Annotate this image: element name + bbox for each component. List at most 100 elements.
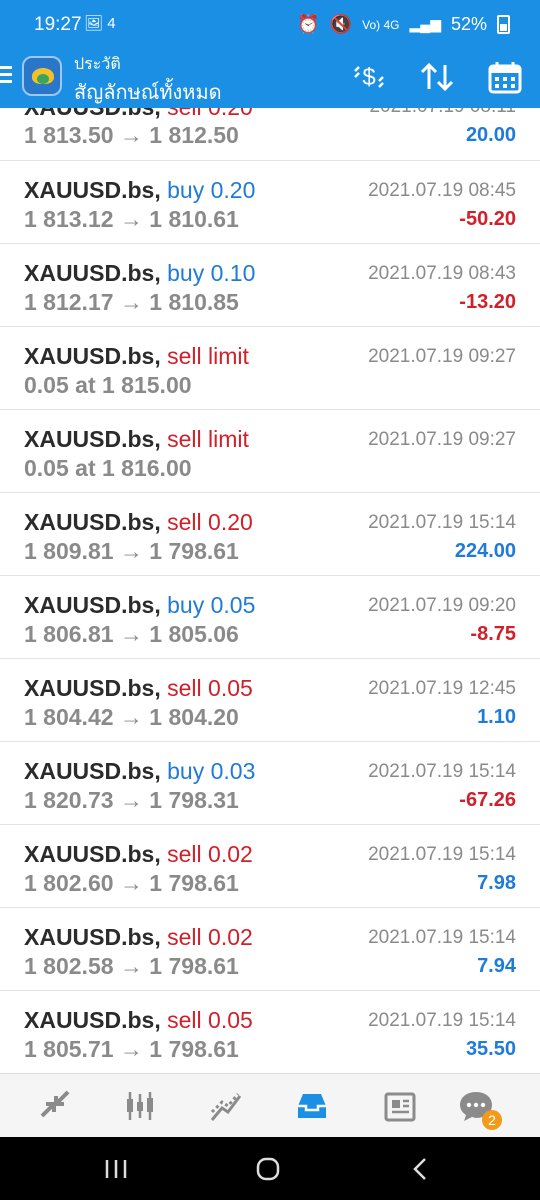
nav-news-icon[interactable]: [380, 1086, 420, 1126]
history-row[interactable]: XAUUSD.bs, buy 0.10 1 812.17 → 1 810.85 20…: [0, 244, 540, 327]
row-profit: -50.20: [459, 208, 516, 230]
row-profit: -67.26: [459, 789, 516, 811]
network-label: Vo) 4G: [362, 17, 400, 32]
row-price: 0.05 at 1 815.00: [24, 372, 192, 398]
signal-icon: ▂▄▆: [409, 16, 441, 32]
chat-badge: 2: [482, 1110, 502, 1130]
row-symbol: XAUUSD.bs, sell 0.20: [24, 509, 253, 535]
row-date: 2021.07.19 15:14: [368, 761, 516, 782]
row-side: buy 0.20: [167, 177, 256, 203]
row-profit: 7.98: [477, 872, 516, 894]
row-profit: -8.75: [470, 623, 516, 645]
row-price: 1 813.12 → 1 810.61: [24, 206, 239, 232]
sort-icon[interactable]: [418, 60, 456, 94]
system-nav-bar: [0, 1137, 540, 1200]
nav-chat-icon[interactable]: 2: [456, 1086, 502, 1130]
row-price: 1 812.17 → 1 810.85: [24, 289, 239, 315]
row-symbol: XAUUSD.bs, sell 0.02: [24, 924, 253, 950]
row-date: 2021.07.19 09:27: [368, 429, 516, 450]
row-symbol: XAUUSD.bs, buy 0.03: [24, 758, 256, 784]
alarm-icon: ⏰: [297, 14, 320, 34]
page-subtitle: ประวัติ: [74, 56, 121, 73]
row-symbol: XAUUSD.bs, sell 0.02: [24, 841, 253, 867]
nav-quotes-icon[interactable]: [34, 1086, 74, 1126]
row-date: 2021.07.19 15:14: [368, 927, 516, 948]
row-date: 2021.07.19 08:43: [368, 263, 516, 284]
mute-icon: 🔇: [329, 14, 353, 34]
row-price: 1 809.81 → 1 798.61: [24, 538, 239, 564]
row-price: 1 820.73 → 1 798.31: [24, 787, 239, 813]
row-profit: 35.50: [465, 1038, 516, 1060]
row-side: sell 0.20: [167, 108, 253, 120]
row-date: 2021.07.19 08:45: [368, 180, 516, 201]
battery-percent: 52%: [450, 14, 487, 34]
svg-text:$: $: [362, 64, 375, 91]
row-date: 2021.07.19 15:14: [368, 844, 516, 865]
history-row[interactable]: XAUUSD.bs, sell limit 0.05 at 1 816.00 202…: [0, 410, 540, 493]
bottom-nav: 2: [0, 1073, 540, 1137]
row-symbol: XAUUSD.bs, buy 0.05: [24, 592, 256, 618]
history-row[interactable]: XAUUSD.bs, sell limit 0.05 at 1 815.00 202…: [0, 327, 540, 410]
recent-apps-icon[interactable]: [96, 1155, 136, 1183]
row-price: 1 804.42 → 1 804.20: [24, 704, 239, 730]
row-side: buy 0.05: [167, 592, 256, 618]
nav-chart-icon[interactable]: [120, 1086, 160, 1126]
row-profit: 20.00: [465, 124, 516, 146]
calendar-icon[interactable]: [486, 60, 524, 94]
row-side: sell 0.05: [167, 675, 253, 701]
status-time: 19:27: [34, 14, 82, 35]
page-title[interactable]: สัญลักษณ์ทั้งหมด: [74, 76, 222, 108]
history-row[interactable]: XAUUSD.bs, sell 0.02 1 802.60 → 1 798.61 2…: [0, 825, 540, 908]
row-side: buy 0.10: [167, 260, 256, 286]
row-price: 1 802.58 → 1 798.61: [24, 953, 239, 979]
row-side: sell limit: [167, 343, 249, 369]
row-symbol: XAUUSD.bs, buy 0.10: [24, 260, 256, 286]
row-profit: 1.10: [477, 706, 516, 728]
row-side: sell limit: [167, 426, 249, 452]
nav-history-icon[interactable]: [292, 1086, 332, 1126]
history-row[interactable]: XAUUSD.bs, buy 0.03 1 820.73 → 1 798.31 20…: [0, 742, 540, 825]
app-logo: [22, 56, 62, 96]
app-bar: ประวัติ สัญลักษณ์ทั้งหมด $: [0, 50, 540, 108]
history-row[interactable]: XAUUSD.bs, buy 0.20 1 813.12 → 1 810.61 20…: [0, 161, 540, 244]
row-date: 2021.07.19 09:27: [368, 346, 516, 367]
row-side: buy 0.03: [167, 758, 256, 784]
history-row[interactable]: XAUUSD.bs, buy 0.05 1 806.81 → 1 805.06 20…: [0, 576, 540, 659]
history-row[interactable]: XAUUSD.bs, sell 0.20 1 809.81 → 1 798.61 2…: [0, 493, 540, 576]
row-profit: 224.00: [454, 540, 516, 562]
row-date: 2021.07.19 15:14: [368, 1010, 516, 1031]
back-icon[interactable]: [400, 1155, 440, 1183]
row-price: 1 806.81 → 1 805.06: [24, 621, 239, 647]
history-row[interactable]: XAUUSD.bs, sell 0.02 1 802.58 → 1 798.61 2…: [0, 908, 540, 991]
row-date: 2021.07.19 15:14: [368, 512, 516, 533]
history-row[interactable]: XAUUSD.bs, sell 0.05 1 805.71 → 1 798.61 2…: [0, 991, 540, 1073]
status-right: ⏰ 🔇 Vo) 4G ▂▄▆ 52%: [297, 14, 510, 35]
history-row[interactable]: XAUUSD.bs, sell 0.05 1 804.42 → 1 804.20 2…: [0, 659, 540, 742]
row-price: 1 813.50 → 1 812.50: [24, 122, 239, 148]
row-symbol: XAUUSD.bs, sell 0.05: [24, 675, 253, 701]
notification-icons: 🖼 4: [84, 15, 116, 32]
nav-trade-icon[interactable]: [206, 1086, 246, 1126]
row-symbol: XAUUSD.bs, sell limit: [24, 343, 249, 369]
history-list[interactable]: XAUUSD.bs, sell 0.20 1 813.50 → 1 812.50…: [0, 108, 540, 1073]
history-row[interactable]: XAUUSD.bs, sell 0.20 1 813.50 → 1 812.50…: [0, 108, 540, 161]
row-price: 1 805.71 → 1 798.61: [24, 1036, 239, 1062]
row-side: sell 0.05: [167, 1007, 253, 1033]
battery-icon: [497, 15, 510, 34]
row-symbol: XAUUSD.bs, buy 0.20: [24, 177, 256, 203]
row-price: 0.05 at 1 816.00: [24, 455, 192, 481]
home-icon[interactable]: [248, 1155, 288, 1183]
row-symbol: XAUUSD.bs, sell 0.05: [24, 1007, 253, 1033]
row-date: 2021.07.19 08:11: [369, 108, 516, 118]
status-bar: 19:27 🖼 4 ⏰ 🔇 Vo) 4G ▂▄▆ 52%: [0, 0, 540, 50]
row-profit: -13.20: [459, 291, 516, 313]
row-profit: 7.94: [477, 955, 516, 977]
row-side: sell 0.02: [167, 924, 253, 950]
row-date: 2021.07.19 09:20: [368, 595, 516, 616]
row-symbol: XAUUSD.bs, sell limit: [24, 426, 249, 452]
row-side: sell 0.20: [167, 509, 253, 535]
row-symbol: XAUUSD.bs, sell 0.20: [24, 108, 253, 121]
menu-icon[interactable]: [0, 66, 12, 83]
deposit-dollar-icon[interactable]: $: [350, 60, 388, 94]
row-side: sell 0.02: [167, 841, 253, 867]
